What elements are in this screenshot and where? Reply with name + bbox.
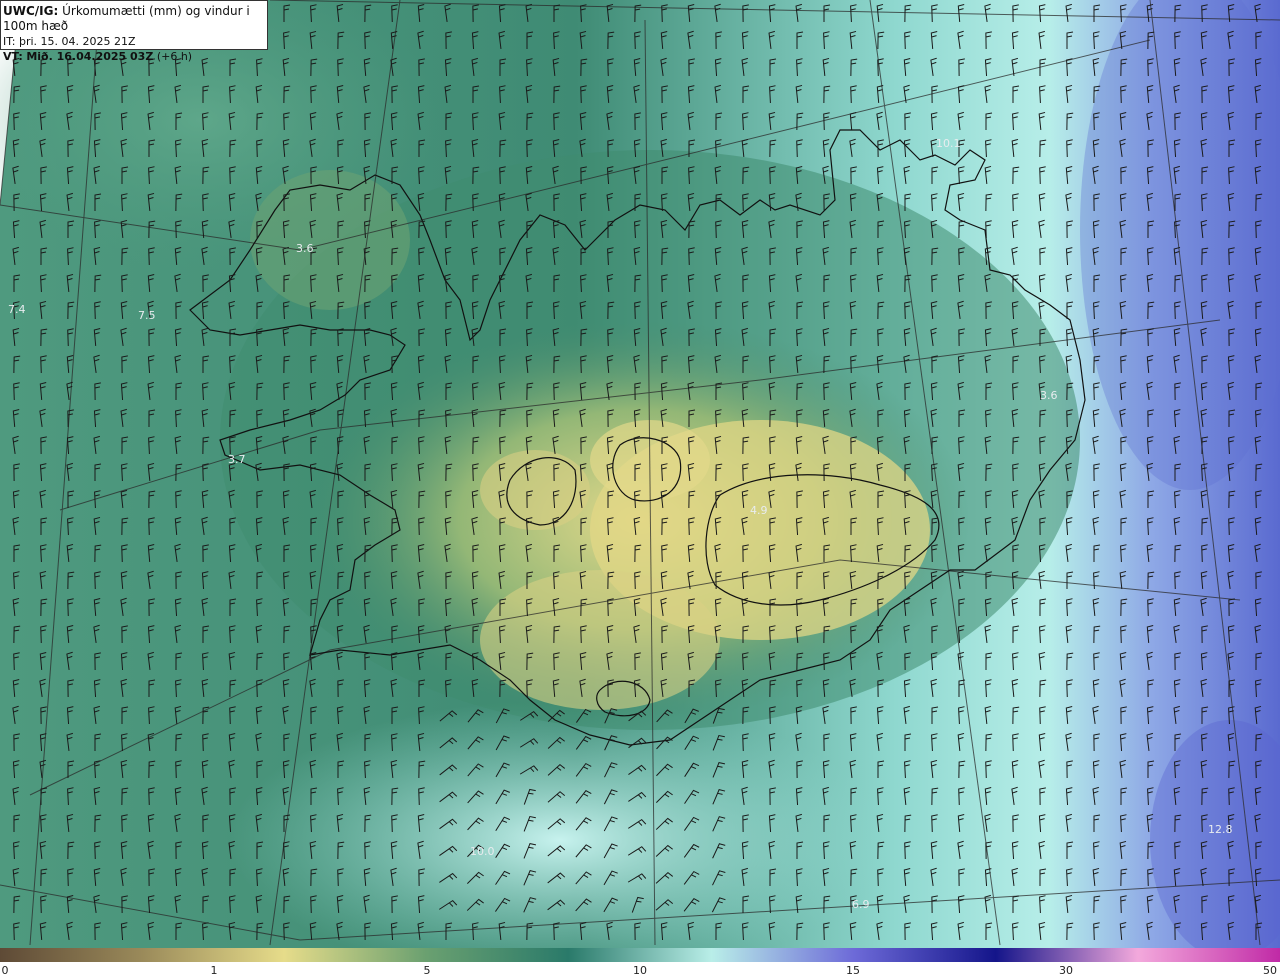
map-value-label: 4.9 bbox=[750, 504, 768, 517]
precipitable-water-map: 7.4 7.5 3.6 3.7 10.1 3.6 4.9 12.8 10.0 6… bbox=[0, 0, 1280, 948]
colorbar-strip bbox=[0, 948, 1280, 962]
valid-time-offset: (+6 h) bbox=[156, 50, 193, 63]
init-time-line: IT: þri. 15. 04. 2025 21Z bbox=[3, 34, 267, 49]
map-value-label: 10.1 bbox=[936, 137, 961, 150]
colorbar-tick: 15 bbox=[846, 964, 860, 977]
model-name: UWC/IG: bbox=[3, 4, 59, 18]
colorbar-tick: 0 bbox=[1, 964, 9, 977]
valid-time-value: Mið. 16.04.2025 03Z bbox=[26, 50, 154, 63]
init-time-value: þri. 15. 04. 2025 21Z bbox=[18, 35, 136, 48]
map-value-label: 12.8 bbox=[1208, 823, 1233, 836]
valid-time-line: VT: Mið. 16.04.2025 03Z (+6 h) bbox=[3, 49, 267, 64]
valid-time-label: VT: bbox=[3, 50, 23, 63]
map-value-label: 3.6 bbox=[296, 242, 314, 255]
map-value-label: 3.6 bbox=[1040, 389, 1058, 402]
map-value-label: 10.0 bbox=[470, 845, 495, 858]
colorbar-tick: 50 bbox=[1263, 964, 1277, 977]
map-value-label: 6.9 bbox=[852, 898, 870, 911]
colorbar-tick: 30 bbox=[1059, 964, 1073, 977]
map-value-label: 3.7 bbox=[228, 453, 246, 466]
colorbar-legend: 0 1 5 10 15 30 50 bbox=[0, 948, 1280, 978]
map-value-label: 7.5 bbox=[138, 309, 156, 322]
map-value-label: 7.4 bbox=[8, 303, 26, 316]
colorbar-tick: 1 bbox=[210, 964, 218, 977]
colorbar-tick: 10 bbox=[633, 964, 647, 977]
init-time-label: IT: bbox=[3, 35, 16, 48]
colorbar-tick: 5 bbox=[423, 964, 431, 977]
map-title-line: UWC/IG: Úrkomumætti (mm) og vindur i 100… bbox=[3, 4, 267, 34]
map-info-box: UWC/IG: Úrkomumætti (mm) og vindur i 100… bbox=[0, 0, 268, 63]
